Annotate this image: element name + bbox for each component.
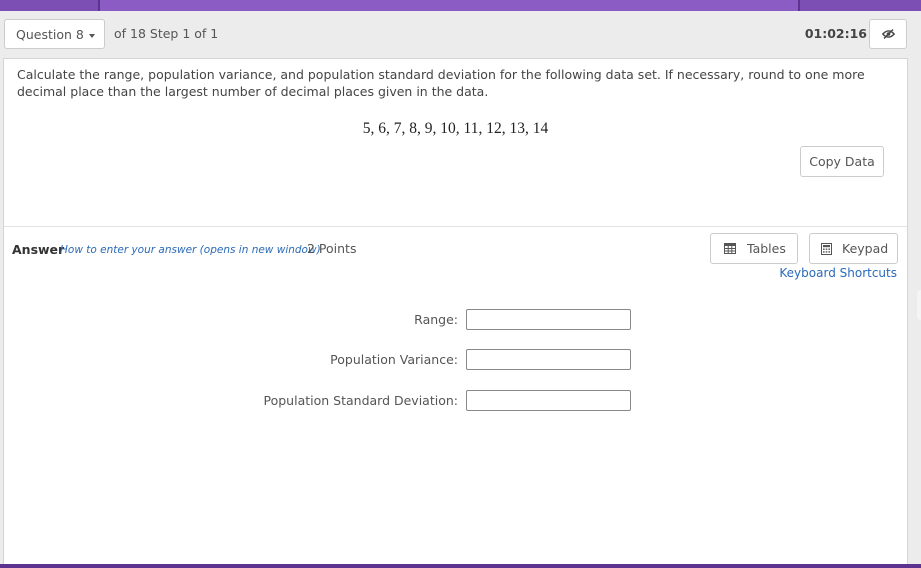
how-to-enter-answer-link[interactable]: How to enter your answer (opens in new w… <box>60 244 321 256</box>
population-variance-input[interactable] <box>466 349 631 370</box>
copy-data-button[interactable]: Copy Data <box>800 146 884 177</box>
top-progress-bar <box>0 0 921 11</box>
points-value: 2 Points <box>307 241 357 256</box>
keypad-button-label: Keypad <box>842 241 889 256</box>
question-prompt: Calculate the range, population variance… <box>17 67 865 99</box>
question-header: Question 8 of 18 Step 1 of 1 01:02:16 <box>0 11 921 58</box>
timer: 01:02:16 <box>804 26 867 41</box>
population-std-dev-label: Population Standard Deviation: <box>263 393 459 408</box>
bottom-border <box>0 564 921 568</box>
progress-segment <box>0 0 98 11</box>
table-icon <box>724 243 736 254</box>
tables-button[interactable]: Tables <box>710 233 798 264</box>
data-set: 5, 6, 7, 8, 9, 10, 11, 12, 13, 14 <box>362 120 549 137</box>
population-variance-label: Population Variance: <box>330 352 458 367</box>
tables-button-label: Tables <box>747 241 786 256</box>
population-std-dev-field-row: Population Standard Deviation: <box>4 390 907 412</box>
progress-segment <box>100 0 798 11</box>
question-selector[interactable]: Question 8 <box>4 19 105 49</box>
hide-timer-button[interactable] <box>869 19 907 49</box>
calculator-icon <box>821 243 832 255</box>
range-label: Range: <box>414 312 458 327</box>
range-field-row: Range: <box>4 309 907 331</box>
population-std-dev-input[interactable] <box>466 390 631 411</box>
keypad-button[interactable]: Keypad <box>809 233 898 264</box>
answer-label: Answer <box>12 242 65 257</box>
question-selector-label: Question 8 <box>16 27 84 42</box>
keyboard-shortcuts-link[interactable]: Keyboard Shortcuts <box>779 266 897 280</box>
eye-slash-icon <box>882 29 895 39</box>
question-progress: of 18 Step 1 of 1 <box>114 26 219 41</box>
population-variance-field-row: Population Variance: <box>4 349 907 371</box>
caret-down-icon <box>89 34 95 38</box>
question-panel: Calculate the range, population variance… <box>3 58 908 568</box>
side-panel-handle[interactable] <box>917 290 921 320</box>
progress-segment <box>800 0 921 11</box>
range-input[interactable] <box>466 309 631 330</box>
section-divider <box>4 226 907 227</box>
